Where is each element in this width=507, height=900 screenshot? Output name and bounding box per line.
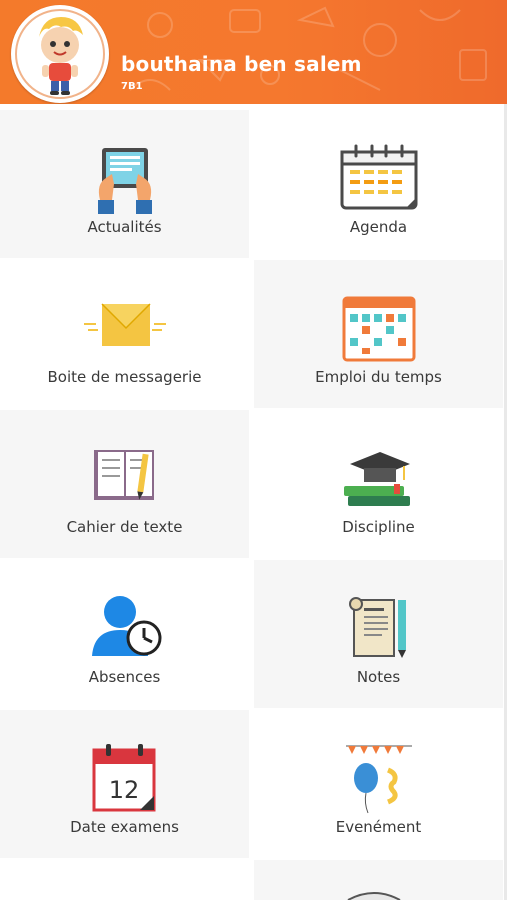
menu-item-label: Absences xyxy=(88,668,161,686)
user-clock-icon xyxy=(91,596,161,656)
menu-item-label: Boite de messagerie xyxy=(47,368,202,386)
menu-item-evenement[interactable]: Evenément xyxy=(254,710,503,858)
menu-item-absences[interactable]: Absences xyxy=(0,560,249,708)
menu-item-label: Discipline xyxy=(342,518,415,536)
timetable-icon xyxy=(342,296,415,362)
menu-grid: Actualités Agenda Boite de messagerie Em… xyxy=(0,104,507,900)
menu-item-actualites[interactable]: Actualités xyxy=(0,110,249,258)
user-class: 7B1 xyxy=(121,81,143,92)
exam-calendar-icon: 12 xyxy=(92,744,155,812)
menu-item-label: Actualités xyxy=(87,218,162,236)
notes-scroll-icon xyxy=(348,597,406,658)
menu-item-date-examens[interactable]: 12 Date examens xyxy=(0,710,249,858)
graduation-cap-icon xyxy=(343,452,410,506)
user-name: bouthaina ben salem xyxy=(121,52,362,76)
exam-calendar-day: 12 xyxy=(108,776,139,804)
profile-header: bouthaina ben salem 7B1 xyxy=(0,0,507,104)
menu-item-emploi-du-temps[interactable]: Emploi du temps xyxy=(254,260,503,408)
menu-item-discipline[interactable]: Discipline xyxy=(254,410,503,558)
menu-item-label: Notes xyxy=(356,668,401,686)
child-avatar-icon xyxy=(15,9,105,99)
calendar-agenda-icon xyxy=(340,144,417,210)
menu-item-label: Emploi du temps xyxy=(315,368,442,386)
menu-item-agenda[interactable]: Agenda xyxy=(254,110,503,258)
notebook-icon xyxy=(93,450,154,500)
menu-item-partial-right[interactable] xyxy=(254,860,503,900)
menu-item-messagerie[interactable]: Boite de messagerie xyxy=(0,260,249,408)
menu-item-cahier-de-texte[interactable]: Cahier de texte xyxy=(0,410,249,558)
menu-item-label: Cahier de texte xyxy=(66,518,183,536)
partial-icon xyxy=(347,892,401,900)
menu-item-label: Evenément xyxy=(335,818,422,836)
menu-item-label: Agenda xyxy=(349,218,408,236)
news-tablet-icon xyxy=(97,148,152,214)
menu-item-notes[interactable]: Notes xyxy=(254,560,503,708)
party-balloon-icon xyxy=(345,745,412,814)
menu-item-label: Date examens xyxy=(70,818,179,836)
menu-item-partial-left[interactable] xyxy=(0,860,249,900)
avatar[interactable] xyxy=(11,5,109,103)
envelope-icon xyxy=(83,303,166,346)
